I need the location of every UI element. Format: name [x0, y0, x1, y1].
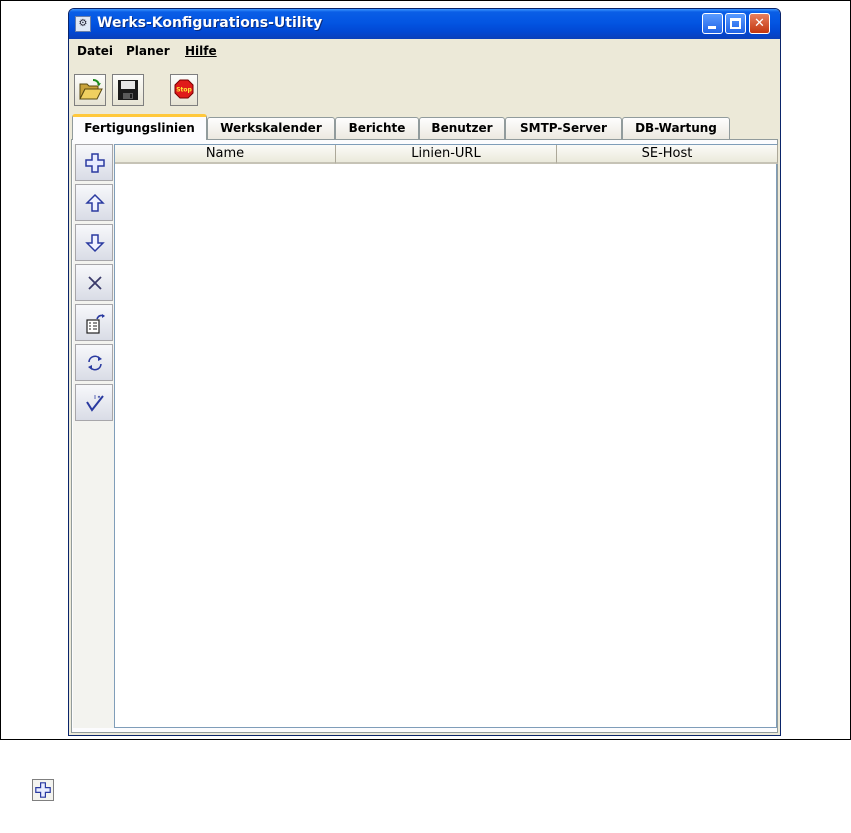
window-title: Werks-Konfigurations-Utility [97, 15, 323, 31]
close-icon: ✕ [754, 16, 765, 31]
save-button[interactable] [112, 74, 144, 106]
menu-planer[interactable]: Planer [126, 44, 170, 58]
validate-check-icon [86, 395, 104, 412]
table-header: Name Linien-URL SE-Host [115, 145, 778, 164]
save-disk-icon [118, 80, 138, 100]
main-toolbar: Stop [69, 64, 780, 114]
refresh-button[interactable] [75, 344, 113, 381]
add-plus-icon [85, 153, 105, 173]
menu-hilfe[interactable]: Hilfe [185, 44, 217, 58]
tab-werkskalender[interactable]: Werkskalender [207, 117, 335, 139]
add-button[interactable] [75, 144, 113, 181]
maximize-icon [730, 18, 741, 29]
app-icon: ⚙ [75, 16, 91, 32]
footer-add-icon-box [32, 779, 54, 801]
validate-button[interactable] [75, 384, 113, 421]
menu-datei[interactable]: Datei [77, 44, 113, 58]
edit-button[interactable] [75, 304, 113, 341]
menu-bar: Datei Planer Hilfe [69, 39, 780, 61]
tab-fertigungslinien[interactable]: Fertigungslinien [72, 114, 207, 140]
close-button[interactable]: ✕ [749, 13, 770, 34]
tab-db-wartung[interactable]: DB-Wartung [622, 117, 730, 139]
column-header-linien-url[interactable]: Linien-URL [336, 145, 557, 164]
move-up-button[interactable] [75, 184, 113, 221]
move-down-arrow-icon [85, 234, 105, 253]
open-folder-icon [79, 79, 103, 100]
tab-berichte[interactable]: Berichte [335, 117, 419, 139]
title-bar[interactable]: ⚙ Werks-Konfigurations-Utility ✕ [69, 9, 780, 39]
column-header-name[interactable]: Name [115, 145, 336, 164]
move-up-arrow-icon [85, 193, 105, 212]
add-plus-icon [35, 782, 51, 798]
column-header-se-host[interactable]: SE-Host [557, 145, 778, 164]
delete-x-icon [88, 276, 102, 290]
edit-properties-icon [86, 314, 105, 334]
tab-panel-fertigungslinien: Name Linien-URL SE-Host [71, 139, 778, 733]
minimize-icon [708, 26, 716, 29]
open-button[interactable] [74, 74, 106, 106]
lines-table[interactable]: Name Linien-URL SE-Host [114, 144, 778, 728]
application-window: ⚙ Werks-Konfigurations-Utility ✕ Datei P… [68, 8, 781, 736]
tab-benutzer[interactable]: Benutzer [419, 117, 505, 139]
stop-sign-icon: Stop [174, 79, 194, 99]
refresh-icon [88, 355, 102, 371]
side-toolbar [73, 144, 115, 728]
delete-button[interactable] [75, 264, 113, 301]
tab-strip: Fertigungslinien Werkskalender Berichte … [69, 114, 780, 140]
stop-sign-text: Stop [176, 87, 192, 94]
tab-smtp-server[interactable]: SMTP-Server [505, 117, 622, 139]
maximize-button[interactable] [725, 13, 746, 34]
stop-button[interactable]: Stop [170, 74, 198, 106]
move-down-button[interactable] [75, 224, 113, 261]
minimize-button[interactable] [702, 13, 723, 34]
screenshot-frame: ⚙ Werks-Konfigurations-Utility ✕ Datei P… [0, 0, 851, 740]
